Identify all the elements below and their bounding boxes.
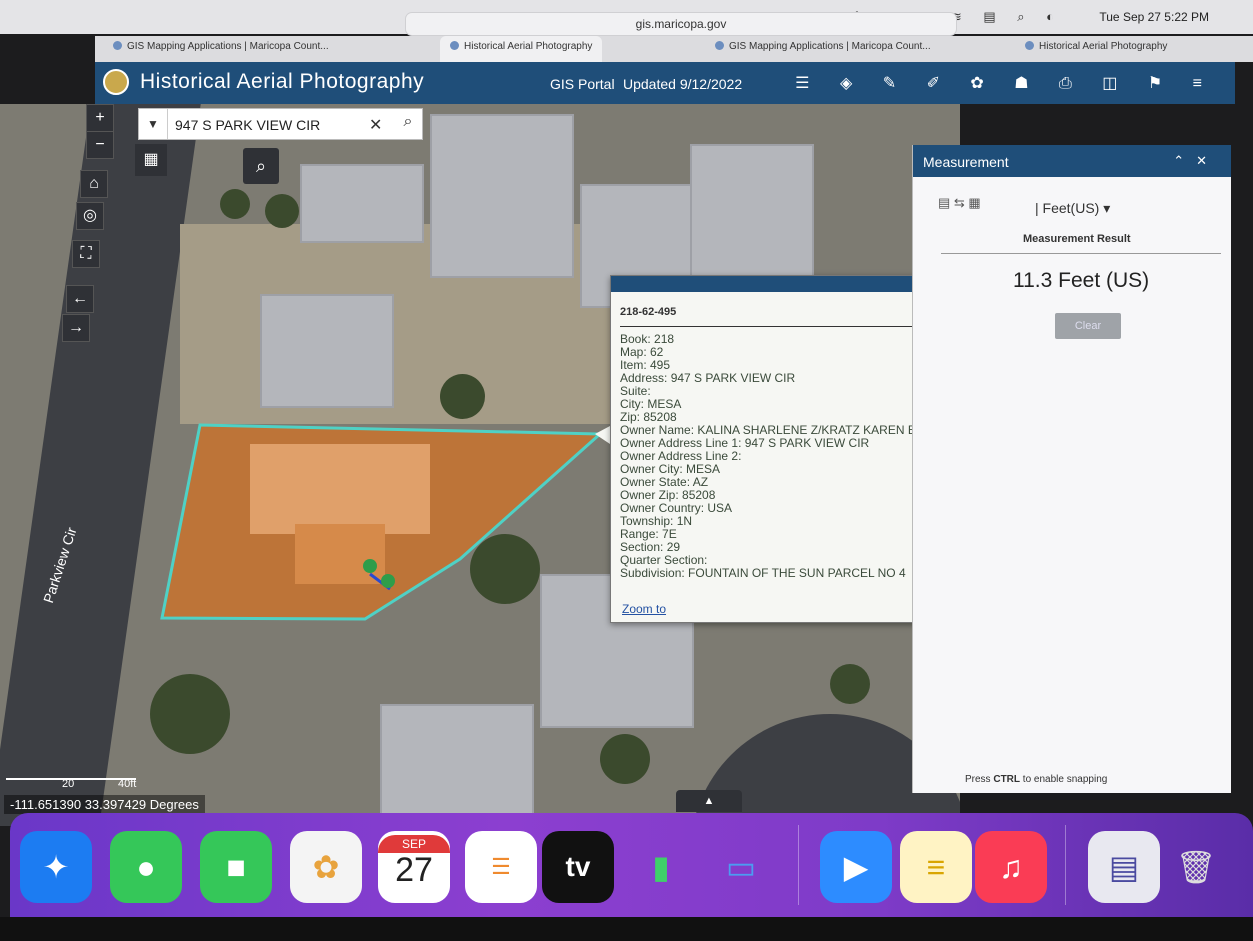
facetime-icon[interactable]: ■ (200, 831, 272, 903)
search-icon[interactable]: ⌕ (395, 113, 421, 131)
coordinate-readout: -111.651390 33.397429 Degrees (4, 795, 205, 814)
map-search-box[interactable]: ▼ 947 S PARK VIEW CIR ✕ ⌕ (138, 108, 423, 140)
numbers-icon[interactable]: ▮ (625, 831, 697, 903)
photos-icon[interactable]: ✿ (290, 831, 362, 903)
map-magnifier-icon[interactable]: ⌕ (243, 148, 279, 184)
scale-label-end: 40ft (118, 778, 137, 790)
collapse-close-icon[interactable]: ⌃✕ (1173, 153, 1219, 169)
app-header: Historical Aerial Photography GIS Portal… (95, 62, 1235, 104)
url-text: gis.maricopa.gov (635, 17, 727, 31)
calendar-day: 27 (395, 851, 433, 889)
measurement-divider (941, 253, 1221, 254)
tab-historical-aerial-1[interactable]: Historical Aerial Photography (440, 36, 603, 62)
tab-bar: GIS Mapping Applications | Maricopa Coun… (95, 36, 1253, 62)
dock: ✦ ● ■ ✿ SEP 27 ☰ tv ▮ ▭ ▶ ≡ ♫ ▤ 🗑 (10, 813, 1253, 917)
tab-favicon-icon (113, 41, 122, 50)
dock-separator (1065, 825, 1066, 905)
tab-historical-aerial-2[interactable]: Historical Aerial Photography (1025, 41, 1167, 52)
measurement-header: Measurement ⌃✕ (913, 145, 1231, 177)
clear-search-icon[interactable]: ✕ (369, 115, 382, 135)
messages-icon[interactable]: ● (110, 831, 182, 903)
measurement-panel: Measurement ⌃✕ ▤ ⇆ ▦ | Feet(US) ▾ Measur… (912, 145, 1231, 793)
scale-bar: 20 40ft (6, 770, 141, 790)
scale-label-mid: 20 (62, 778, 75, 790)
measure-start-pin-icon[interactable] (363, 559, 377, 573)
tab-favicon-icon (1025, 41, 1034, 50)
measurement-title: Measurement (923, 154, 1009, 170)
home-icon[interactable]: ⌂ (80, 170, 108, 198)
tab-favicon-icon (715, 41, 724, 50)
document-icon[interactable]: ▤ (1088, 831, 1160, 903)
screen-bezel (0, 917, 1253, 941)
snapping-hint: Press CTRL to enable snapping (965, 774, 1108, 785)
search-source-dropdown[interactable]: ▼ (139, 109, 168, 139)
toolbar-icons[interactable]: ☰ ◈ ✎ ✐ ✿ ☗ ⎙ ◫ ⚑ ≡ (795, 73, 1215, 93)
popup-pointer (595, 426, 610, 444)
dock-separator (798, 825, 799, 905)
reminders-icon[interactable]: ☰ (465, 831, 537, 903)
tab-gis-mapping-2[interactable]: GIS Mapping Applications | Maricopa Coun… (715, 41, 931, 52)
locate-icon[interactable]: ◎ (76, 202, 104, 230)
calendar-icon[interactable]: SEP 27 (378, 831, 450, 903)
fullscreen-icon[interactable]: ⛶ (72, 240, 100, 268)
gis-portal-link[interactable]: GIS Portal (550, 76, 615, 92)
updated-date: Updated 9/12/2022 (623, 76, 743, 92)
previous-extent-icon[interactable]: ← (66, 285, 94, 313)
clear-button[interactable]: Clear (1055, 313, 1121, 339)
tab-favicon-icon (450, 41, 459, 50)
keynote-icon[interactable]: ▭ (705, 831, 777, 903)
appletv-icon[interactable]: tv (542, 831, 614, 903)
expand-tab-icon[interactable]: ▲ (676, 790, 742, 812)
zoom-to-link[interactable]: Zoom to (622, 602, 666, 616)
unit-dropdown[interactable]: | Feet(US) ▾ (1035, 200, 1110, 217)
notes-icon[interactable]: ≡ (900, 831, 972, 903)
app-title: Historical Aerial Photography (140, 70, 425, 93)
music-icon[interactable]: ♫ (975, 831, 1047, 903)
parcel-house-roof (250, 444, 430, 534)
measurement-result-label: Measurement Result (1023, 233, 1131, 245)
tab-gis-mapping-1[interactable]: GIS Mapping Applications | Maricopa Coun… (113, 41, 329, 52)
safari-icon[interactable]: ✦ (20, 831, 92, 903)
basemap-gallery-icon[interactable]: ▦ (135, 144, 167, 176)
menu-bar-clock: Tue Sep 27 5:22 PM (1099, 10, 1209, 24)
address-bar[interactable]: gis.maricopa.gov (405, 12, 957, 36)
measure-tool-icons[interactable]: ▤ ⇆ ▦ (938, 195, 981, 211)
measurement-result-value: 11.3 Feet (US) (1013, 269, 1150, 292)
next-extent-icon[interactable]: → (62, 314, 90, 342)
measure-end-pin-icon[interactable] (381, 574, 395, 588)
trash-icon[interactable]: 🗑 (1160, 831, 1232, 903)
zoom-in-button[interactable]: + (86, 104, 114, 132)
popup-parcel-id: 218-62-495 (620, 306, 677, 318)
zoom-icon[interactable]: ▶ (820, 831, 892, 903)
county-seal-logo (103, 69, 129, 95)
search-input[interactable]: 947 S PARK VIEW CIR (175, 117, 320, 133)
zoom-out-button[interactable]: − (86, 131, 114, 159)
